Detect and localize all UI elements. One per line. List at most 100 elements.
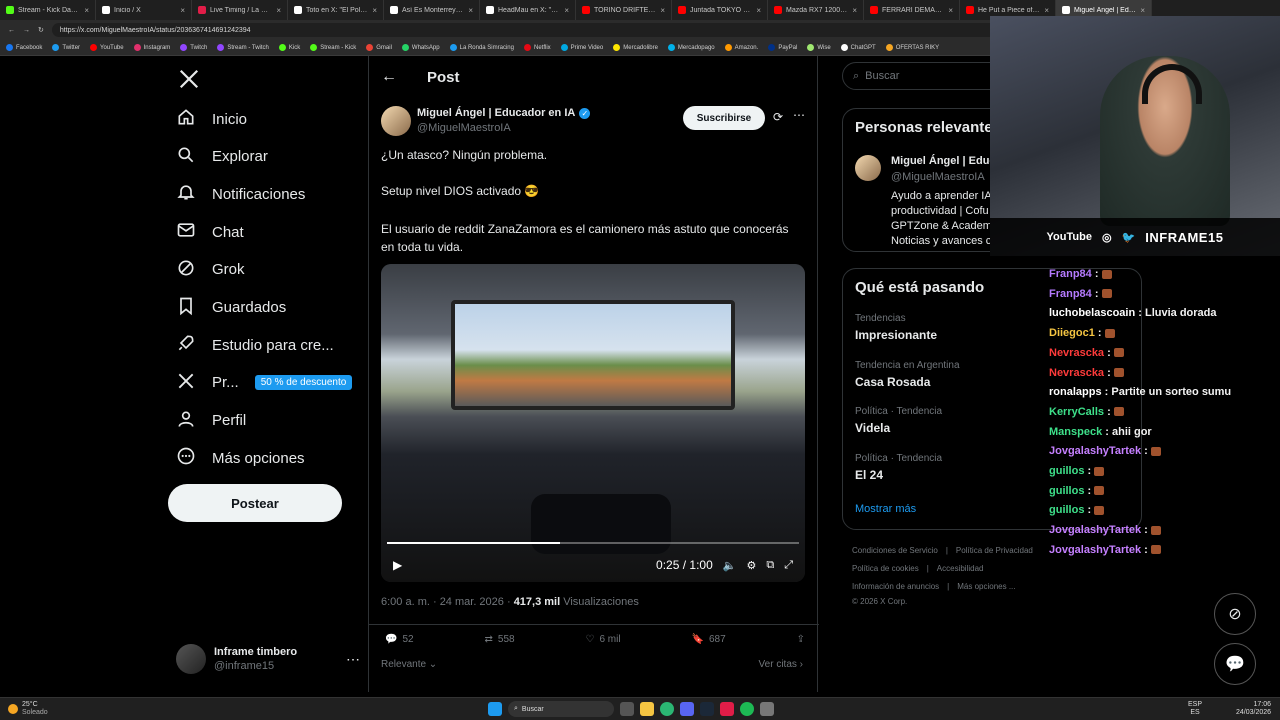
- nav-item-m-s-opciones[interactable]: Más opciones: [176, 443, 305, 473]
- edge-icon[interactable]: [660, 702, 674, 716]
- nav-item-inicio[interactable]: Inicio: [176, 104, 247, 134]
- footer-link[interactable]: Más opciones ...: [957, 582, 1015, 591]
- nav-item-explorar[interactable]: Explorar: [176, 142, 268, 172]
- share-icon[interactable]: ⇪: [797, 634, 805, 645]
- show-more-link[interactable]: Mostrar más: [855, 503, 916, 515]
- tab-close-icon[interactable]: ×: [852, 6, 857, 15]
- bookmark-item[interactable]: PayPal: [768, 44, 797, 51]
- bookmark-item[interactable]: Mercadopago: [667, 44, 715, 51]
- quotes-link[interactable]: Ver citas ›: [759, 659, 803, 670]
- tab-close-icon[interactable]: ×: [564, 6, 569, 15]
- tab-close-icon[interactable]: ×: [948, 6, 953, 15]
- bookmark-item[interactable]: WhatsApp: [401, 44, 440, 51]
- bookmark-item[interactable]: Instagram: [133, 44, 170, 51]
- bookmark-item[interactable]: Twitter: [52, 44, 80, 51]
- obs-icon[interactable]: [720, 702, 734, 716]
- footer-link[interactable]: Política de Privacidad: [956, 546, 1033, 555]
- tab-close-icon[interactable]: ×: [1140, 6, 1145, 15]
- bookmark-item[interactable]: Kick: [278, 44, 300, 51]
- bookmark-button[interactable]: 🔖 687: [692, 634, 726, 645]
- author-name[interactable]: Miguel Ángel | Educador en IA: [417, 107, 575, 119]
- app-icon[interactable]: [760, 702, 774, 716]
- subscribe-button[interactable]: Suscribirse: [683, 106, 765, 130]
- bookmark-item[interactable]: Netflix: [523, 44, 551, 51]
- relevant-avatar[interactable]: [855, 155, 881, 181]
- clock[interactable]: 17:06 24/03/2026: [1236, 701, 1271, 717]
- bookmark-item[interactable]: Mercadolibre: [613, 44, 658, 51]
- browser-tab[interactable]: Mazda RX7 1200 HP Turbo ×: [768, 0, 864, 20]
- footer-link[interactable]: Accesibilidad: [937, 564, 984, 573]
- author-handle[interactable]: @MiguelMaestroIA: [417, 122, 590, 134]
- browser-tab[interactable]: Así Es Monterrey en X: "..." ×: [384, 0, 480, 20]
- nav-item-estudio-para-cre[interactable]: Estudio para cre...: [176, 330, 334, 360]
- discord-icon[interactable]: [680, 702, 694, 716]
- trend-item[interactable]: Política · Tendencia El 24: [855, 453, 942, 482]
- more-icon[interactable]: ⋯: [793, 108, 805, 122]
- bookmark-item[interactable]: Gmail: [366, 44, 392, 51]
- settings-gear-icon[interactable]: ⚙: [746, 559, 756, 572]
- bookmark-item[interactable]: YouTube: [90, 44, 124, 51]
- tab-close-icon[interactable]: ×: [660, 6, 665, 15]
- footer-link[interactable]: Información de anuncios: [852, 582, 939, 591]
- language-indicator[interactable]: ESP ES: [1188, 701, 1202, 717]
- bookmark-item[interactable]: Stream - Twitch: [217, 44, 269, 51]
- tab-close-icon[interactable]: ×: [468, 6, 473, 15]
- nav-item-grok[interactable]: Grok: [176, 255, 245, 285]
- bookmark-item[interactable]: OFERTAS RIKY: [885, 44, 939, 51]
- spotify-icon[interactable]: [740, 702, 754, 716]
- footer-link[interactable]: Condiciones de Servicio: [852, 546, 938, 555]
- author-avatar[interactable]: [381, 106, 411, 136]
- more-icon[interactable]: ⋯: [346, 651, 360, 668]
- trend-item[interactable]: Política · Tendencia Videla: [855, 406, 942, 435]
- tab-close-icon[interactable]: ×: [180, 6, 185, 15]
- tab-close-icon[interactable]: ×: [276, 6, 281, 15]
- grok-icon[interactable]: ⟳: [773, 110, 783, 124]
- task-view-icon[interactable]: [620, 702, 634, 716]
- back-arrow-icon[interactable]: ←: [381, 68, 397, 86]
- relevant-name[interactable]: Miguel Ángel | Educ: [891, 155, 996, 167]
- premium-promo-badge[interactable]: 50 % de descuento: [254, 375, 353, 391]
- bookmark-item[interactable]: La Ronda Simracing: [449, 44, 514, 51]
- browser-tab[interactable]: Live Timing / La Ronda ×: [192, 0, 288, 20]
- post-button[interactable]: Postear: [168, 484, 342, 522]
- repost-button[interactable]: ⇄ 558: [485, 634, 515, 645]
- video-progress-track[interactable]: [387, 542, 799, 544]
- windows-start-icon[interactable]: [488, 702, 502, 716]
- nav-item-perfil[interactable]: Perfil: [176, 406, 246, 436]
- browser-tab[interactable]: Toto en X: "El Pollo Vigno" ×: [288, 0, 384, 20]
- tab-close-icon[interactable]: ×: [756, 6, 761, 15]
- trend-item[interactable]: Tendencia en Argentina Casa Rosada: [855, 360, 960, 389]
- taskbar-search[interactable]: ⌕ Buscar: [508, 701, 614, 717]
- reload-icon[interactable]: ↻: [38, 26, 44, 34]
- nav-item-chat[interactable]: Chat: [176, 217, 244, 247]
- account-switcher[interactable]: Inframe timbero @inframe15 ⋯: [176, 642, 360, 676]
- back-icon[interactable]: ←: [8, 27, 15, 34]
- browser-tab[interactable]: Juntada TOKYO DRIFT en...×: [672, 0, 768, 20]
- browser-tab[interactable]: HeadMau en X: "@AsiEsM" ×: [480, 0, 576, 20]
- volume-icon[interactable]: 🔈: [723, 559, 737, 572]
- forward-icon[interactable]: →: [23, 27, 30, 34]
- nav-item-pr[interactable]: Pr... 50 % de descuento: [176, 368, 353, 398]
- pip-icon[interactable]: ⧉: [766, 559, 774, 572]
- bookmark-item[interactable]: Wise: [807, 44, 831, 51]
- bookmark-item[interactable]: Twitch: [180, 44, 207, 51]
- grok-float-button[interactable]: ⊘: [1214, 593, 1256, 635]
- bookmark-item[interactable]: ChatGPT: [840, 44, 876, 51]
- bookmark-item[interactable]: Amazon.: [724, 44, 758, 51]
- play-icon[interactable]: ▶: [393, 558, 402, 572]
- file-explorer-icon[interactable]: [640, 702, 654, 716]
- nav-item-guardados[interactable]: Guardados: [176, 293, 286, 323]
- tab-close-icon[interactable]: ×: [1044, 6, 1049, 15]
- video-player[interactable]: ▶ 0:25 / 1:00 🔈 ⚙ ⧉ ⤢: [381, 264, 805, 582]
- browser-tab[interactable]: TORINO DRIFTEANDO a... ×: [576, 0, 672, 20]
- steam-icon[interactable]: [700, 702, 714, 716]
- nav-item-notificaciones[interactable]: Notificaciones: [176, 179, 305, 209]
- bookmark-item[interactable]: Prime Video: [560, 44, 603, 51]
- reply-button[interactable]: 💬 52: [385, 634, 414, 645]
- x-logo-icon[interactable]: [178, 68, 200, 95]
- like-button[interactable]: ♡ 6 mil: [586, 634, 621, 645]
- tab-close-icon[interactable]: ×: [372, 6, 377, 15]
- weather-widget[interactable]: 25°C Soleado: [8, 701, 48, 717]
- trend-item[interactable]: Tendencias Impresionante: [855, 313, 937, 342]
- footer-link[interactable]: Política de cookies: [852, 564, 919, 573]
